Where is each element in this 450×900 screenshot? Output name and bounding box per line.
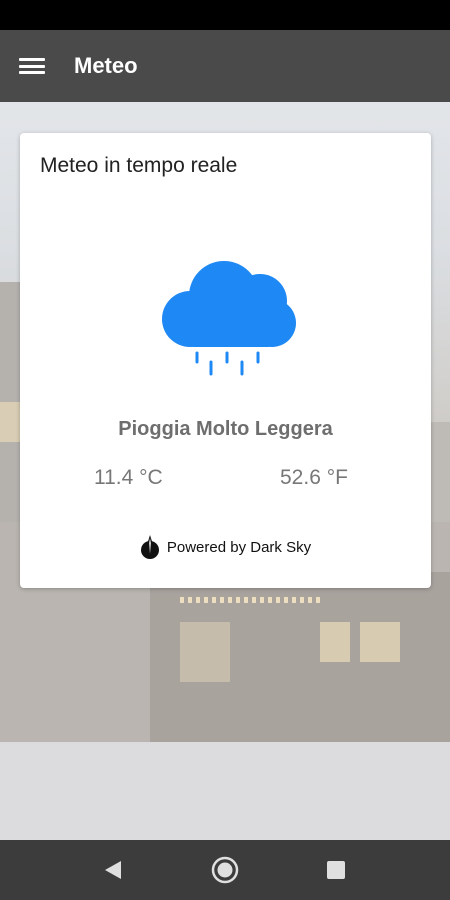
temperature-fahrenheit: 52.6 °F <box>280 466 348 489</box>
status-bar <box>0 0 450 30</box>
powered-by-label: Powered by Dark Sky <box>166 538 312 556</box>
card-title: Meteo in tempo reale <box>40 154 238 177</box>
menu-icon-line <box>19 64 45 68</box>
home-icon[interactable] <box>211 856 239 884</box>
rain-cloud-icon <box>162 261 296 376</box>
app-bar: Meteo <box>0 30 450 102</box>
navigation-bar <box>0 840 450 900</box>
temperature-celsius: 11.4 °C <box>94 466 163 489</box>
powered-by-dark-sky-link[interactable]: Powered by Dark Sky <box>20 534 431 560</box>
recents-icon[interactable] <box>326 860 346 880</box>
menu-icon-line <box>19 71 45 74</box>
weather-card: Meteo in tempo reale Pioggia Molto Legge… <box>20 133 431 588</box>
menu-icon-line <box>19 58 45 61</box>
back-icon[interactable] <box>102 859 124 881</box>
weather-condition: Pioggia Molto Leggera <box>118 418 333 440</box>
screen: Meteo Meteo in tempo reale Pioggia Molto… <box>0 0 450 900</box>
menu-icon[interactable] <box>19 55 47 77</box>
dark-sky-logo-icon <box>140 535 159 559</box>
app-title: Meteo <box>74 53 138 78</box>
